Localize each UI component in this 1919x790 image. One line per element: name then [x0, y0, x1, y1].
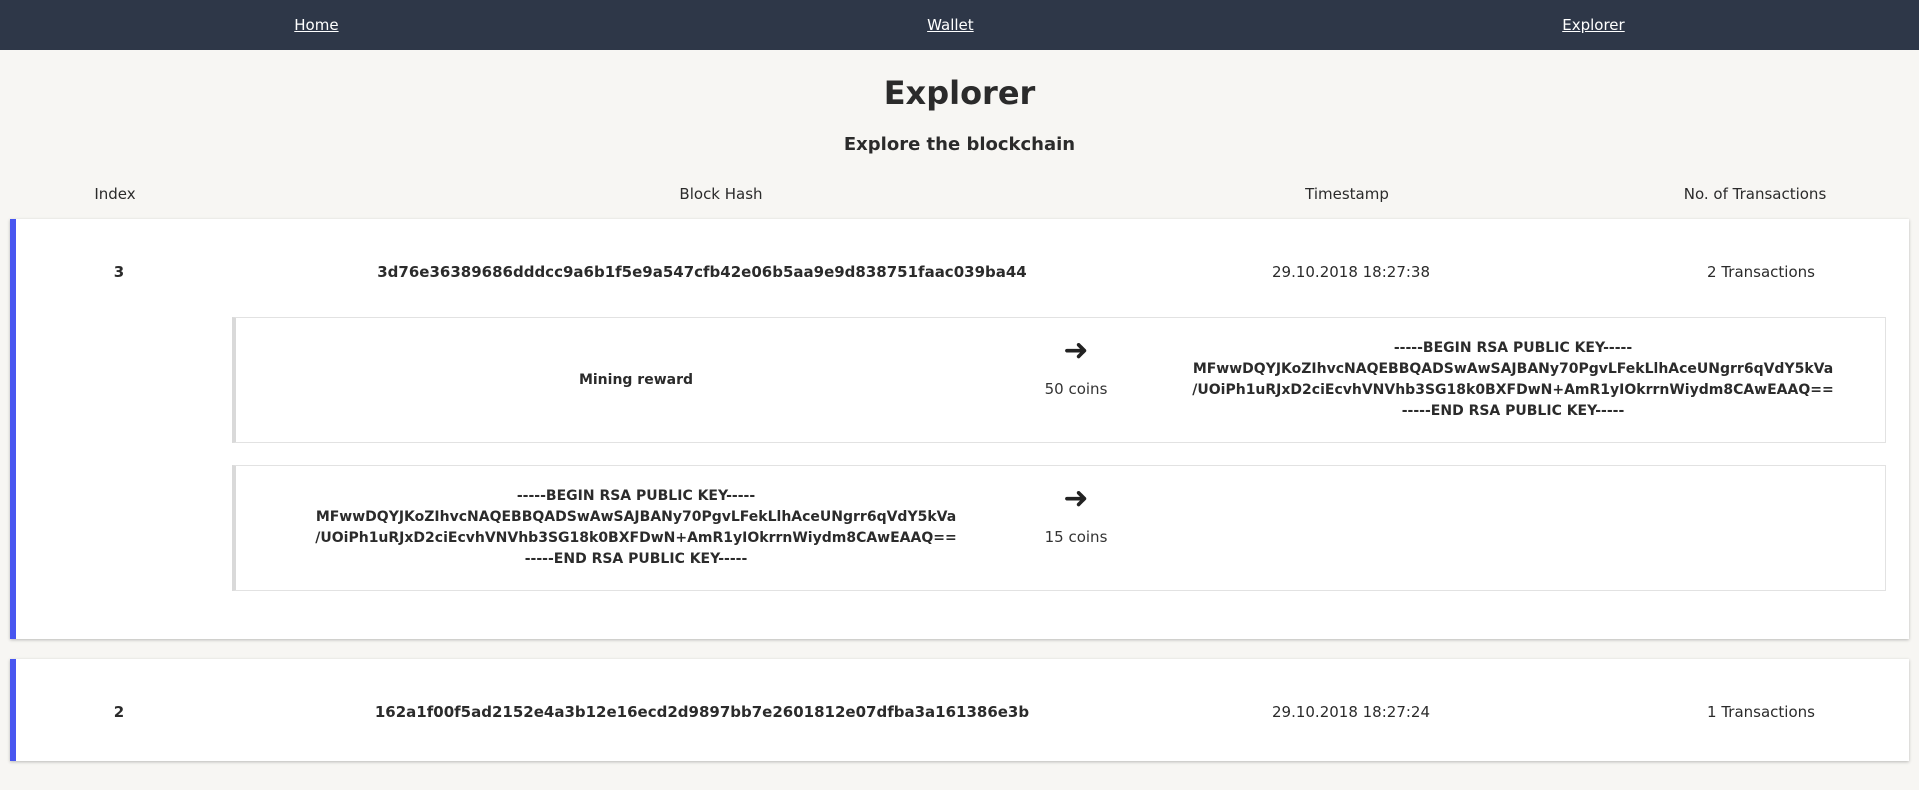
key-line: -----END RSA PUBLIC KEY----- [524, 551, 748, 567]
key-line: MFwwDQYJKoZIhvcNAQEBBQADSwAwSAJBANy70Pgv… [1192, 361, 1834, 377]
block-tx-count: 2 Transactions [1707, 263, 1815, 281]
header-tx-count: No. of Transactions [1683, 185, 1827, 203]
block-tx-count: 1 Transactions [1707, 703, 1815, 721]
top-nav: Home Wallet Explorer [0, 0, 1919, 50]
key-line: MFwwDQYJKoZIhvcNAQEBBQADSwAwSAJBANy70Pgv… [315, 509, 957, 525]
key-line: -----BEGIN RSA PUBLIC KEY----- [1393, 340, 1633, 356]
nav-link-home[interactable]: Home [294, 16, 338, 34]
header-index: Index [94, 185, 136, 203]
transaction-row: Mining reward ➜ 50 coins -----BEGIN RSA … [232, 317, 1886, 443]
right-arrow-icon: ➜ [1063, 333, 1089, 368]
block-hash: 162a1f00f5ad2152e4a3b12e16ecd2d9897bb7e2… [374, 703, 1030, 721]
page-subtitle: Explore the blockchain [843, 134, 1076, 155]
block-index: 3 [113, 263, 125, 281]
right-arrow-icon: ➜ [1063, 481, 1089, 516]
tx-from: -----BEGIN RSA PUBLIC KEY----- MFwwDQYJK… [236, 466, 1036, 590]
block-timestamp: 29.10.2018 18:27:38 [1271, 263, 1431, 281]
tx-from-label: Mining reward [578, 371, 694, 388]
tx-amount: 15 coins [1044, 528, 1108, 546]
block-index: 2 [113, 703, 125, 721]
key-line: -----END RSA PUBLIC KEY----- [1401, 403, 1625, 419]
tx-arrow-group: ➜ 15 coins [1026, 481, 1126, 547]
transaction-row: -----BEGIN RSA PUBLIC KEY----- MFwwDQYJK… [232, 465, 1886, 591]
block-card[interactable]: 2 162a1f00f5ad2152e4a3b12e16ecd2d9897bb7… [10, 659, 1909, 761]
tx-from-key: -----BEGIN RSA PUBLIC KEY----- MFwwDQYJK… [315, 486, 956, 570]
header-timestamp: Timestamp [1305, 185, 1389, 203]
tx-to-key: -----BEGIN RSA PUBLIC KEY----- MFwwDQYJK… [1192, 338, 1833, 422]
key-line: -----BEGIN RSA PUBLIC KEY----- [516, 488, 756, 504]
header-block-hash: Block Hash [679, 185, 763, 203]
key-line: /UOiPh1uRJxD2ciEcvhVNVhb3SG18k0BXFDwN+Am… [315, 530, 957, 546]
block-hash: 3d76e36389686dddcc9a6b1f5e9a547cfb42e06b… [377, 263, 1027, 281]
table-header: Index Block Hash Timestamp No. of Transa… [0, 185, 1919, 209]
tx-arrow-group: ➜ 50 coins [1026, 333, 1126, 399]
page-title: Explorer [883, 74, 1036, 112]
tx-to [1136, 466, 1890, 590]
nav-link-explorer[interactable]: Explorer [1562, 16, 1624, 34]
tx-amount: 50 coins [1044, 380, 1108, 398]
nav-link-wallet[interactable]: Wallet [927, 16, 974, 34]
block-timestamp: 29.10.2018 18:27:24 [1271, 703, 1431, 721]
tx-from: Mining reward [236, 318, 1036, 442]
block-card[interactable]: 3 3d76e36389686dddcc9a6b1f5e9a547cfb42e0… [10, 219, 1909, 639]
tx-to: -----BEGIN RSA PUBLIC KEY----- MFwwDQYJK… [1136, 318, 1890, 442]
key-line: /UOiPh1uRJxD2ciEcvhVNVhb3SG18k0BXFDwN+Am… [1192, 382, 1834, 398]
